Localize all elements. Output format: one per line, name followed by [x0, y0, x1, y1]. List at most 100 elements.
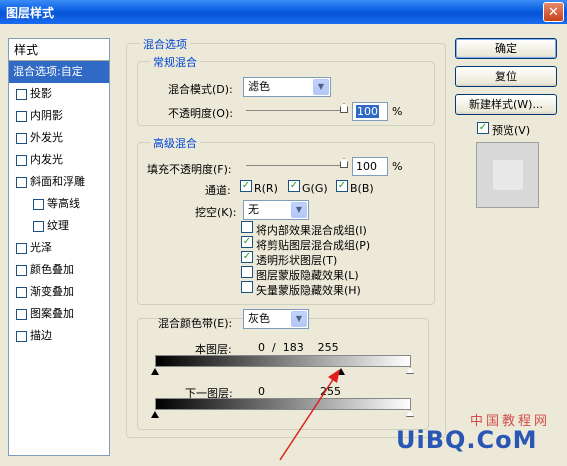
style-list: 样式 混合选项:自定投影内阴影外发光内发光斜面和浮雕等高线纹理光泽颜色叠加渐变叠…: [8, 38, 110, 456]
style-list-item[interactable]: 渐变叠加: [9, 281, 109, 303]
knockout-value: 无: [248, 203, 259, 216]
preview-checkbox[interactable]: ✓: [477, 122, 489, 134]
style-list-item[interactable]: 等高线: [9, 193, 109, 215]
new-style-button[interactable]: 新建样式(W)...: [455, 94, 557, 115]
advanced-option-checkbox[interactable]: [241, 281, 253, 293]
opacity-value: 100: [356, 105, 379, 118]
style-list-item-label: 斜面和浮雕: [30, 175, 85, 188]
chevron-down-icon: ▼: [291, 311, 307, 327]
chevron-down-icon: ▼: [313, 79, 329, 95]
channel-g-label: G(G): [302, 182, 328, 195]
style-list-item-label: 渐变叠加: [30, 285, 74, 298]
annotation-arrow-icon: [279, 369, 340, 461]
style-list-item-label: 纹理: [47, 219, 69, 232]
style-list-item[interactable]: 外发光: [9, 127, 109, 149]
style-checkbox[interactable]: [16, 154, 27, 166]
channel-r-label: R(R): [254, 182, 278, 195]
blend-mode-label: 混合模式(D):: [168, 83, 233, 96]
style-list-item-label: 内阴影: [30, 109, 63, 122]
style-checkbox[interactable]: [16, 286, 27, 298]
style-checkbox[interactable]: [16, 330, 27, 342]
style-checkbox[interactable]: [16, 110, 27, 122]
style-list-item-label: 颜色叠加: [30, 263, 74, 276]
fill-opacity-label: 填充不透明度(F):: [147, 163, 232, 176]
blend-if-select[interactable]: 灰色 ▼: [243, 309, 309, 329]
preview-inner-swatch: [493, 160, 523, 190]
fill-opacity-unit: %: [392, 160, 403, 173]
style-list-item[interactable]: 混合选项:自定: [9, 61, 109, 83]
underlying-black-slider[interactable]: [151, 411, 159, 418]
style-list-item-label: 外发光: [30, 131, 63, 144]
style-list-item[interactable]: 描边: [9, 325, 109, 347]
knockout-label: 挖空(K):: [195, 206, 237, 219]
fill-opacity-value: 100: [356, 160, 377, 173]
style-checkbox[interactable]: [16, 132, 27, 144]
style-list-item-label: 混合选项:自定: [13, 65, 83, 78]
close-icon: ✕: [548, 4, 559, 20]
this-layer-black-slider[interactable]: [151, 368, 159, 375]
blend-mode-value: 滤色: [248, 80, 270, 93]
style-list-item[interactable]: 光泽: [9, 237, 109, 259]
general-blending-legend: 常规混合: [150, 54, 200, 70]
style-list-item-label: 等高线: [47, 197, 80, 210]
advanced-option-checkbox[interactable]: ✓: [241, 251, 253, 263]
fill-opacity-input[interactable]: 100: [352, 157, 388, 176]
channel-b-checkbox[interactable]: ✓: [336, 180, 348, 192]
style-checkbox[interactable]: [16, 264, 27, 276]
style-list-item[interactable]: 图案叠加: [9, 303, 109, 325]
watermark-logo: UiBQ.CoM: [396, 426, 538, 454]
advanced-option-label: 图层蒙版隐藏效果(L): [256, 269, 359, 282]
opacity-input[interactable]: 100: [352, 102, 388, 121]
style-list-item-label: 光泽: [30, 241, 52, 254]
channel-b-label: B(B): [350, 182, 374, 195]
blend-options-legend: 混合选项: [140, 36, 190, 52]
preview-label: 预览(V): [492, 124, 531, 137]
close-button[interactable]: ✕: [543, 2, 564, 22]
style-checkbox[interactable]: [16, 242, 27, 254]
title-bar: 图层样式 ✕: [0, 0, 567, 24]
ok-button[interactable]: 确定: [455, 38, 557, 59]
opacity-unit: %: [392, 105, 403, 118]
advanced-option-checkbox[interactable]: ✓: [241, 236, 253, 248]
style-list-item-label: 图案叠加: [30, 307, 74, 320]
style-checkbox[interactable]: [33, 198, 44, 210]
channel-g-checkbox[interactable]: ✓: [288, 180, 300, 192]
advanced-option-checkbox[interactable]: [241, 266, 253, 278]
advanced-option-label: 矢量蒙版隐藏效果(H): [256, 284, 361, 297]
style-checkbox[interactable]: [16, 308, 27, 320]
style-list-item[interactable]: 纹理: [9, 215, 109, 237]
advanced-option-label: 将内部效果混合成组(I): [256, 224, 367, 237]
window-title: 图层样式: [6, 6, 55, 20]
chevron-down-icon: ▼: [291, 202, 307, 218]
underlying-layer-low: 0: [258, 385, 265, 398]
opacity-label: 不透明度(O):: [168, 107, 233, 120]
style-preview-swatch: [476, 142, 539, 208]
style-list-header: 样式: [9, 39, 109, 61]
channels-label: 通道:: [205, 184, 231, 197]
style-list-item[interactable]: 内阴影: [9, 105, 109, 127]
advanced-blending-legend: 高级混合: [150, 135, 200, 151]
style-list-item[interactable]: 投影: [9, 83, 109, 105]
style-checkbox[interactable]: [16, 88, 27, 100]
advanced-option-label: 将剪贴图层混合成组(P): [256, 239, 371, 252]
style-list-item-label: 描边: [30, 329, 52, 342]
reset-button[interactable]: 复位: [455, 66, 557, 87]
knockout-select[interactable]: 无 ▼: [243, 200, 309, 220]
this-layer-values: 0 / 183 255: [258, 341, 339, 354]
style-list-item-label: 投影: [30, 87, 52, 100]
style-checkbox[interactable]: [33, 220, 44, 232]
advanced-option-checkbox[interactable]: [241, 221, 253, 233]
channel-r-checkbox[interactable]: ✓: [240, 180, 252, 192]
advanced-option-label: 透明形状图层(T): [256, 254, 338, 267]
style-list-items: 混合选项:自定投影内阴影外发光内发光斜面和浮雕等高线纹理光泽颜色叠加渐变叠加图案…: [9, 61, 109, 347]
style-list-item[interactable]: 内发光: [9, 149, 109, 171]
fill-opacity-slider-track[interactable]: [246, 165, 346, 166]
blend-mode-select[interactable]: 滤色 ▼: [243, 77, 331, 97]
style-checkbox[interactable]: [16, 176, 27, 188]
opacity-slider-track[interactable]: [246, 110, 346, 111]
blend-if-value: 灰色: [248, 312, 270, 325]
style-list-item[interactable]: 颜色叠加: [9, 259, 109, 281]
style-list-item[interactable]: 斜面和浮雕: [9, 171, 109, 193]
style-list-item-label: 内发光: [30, 153, 63, 166]
blend-if-label: 混合颜色带(E):: [158, 317, 233, 330]
